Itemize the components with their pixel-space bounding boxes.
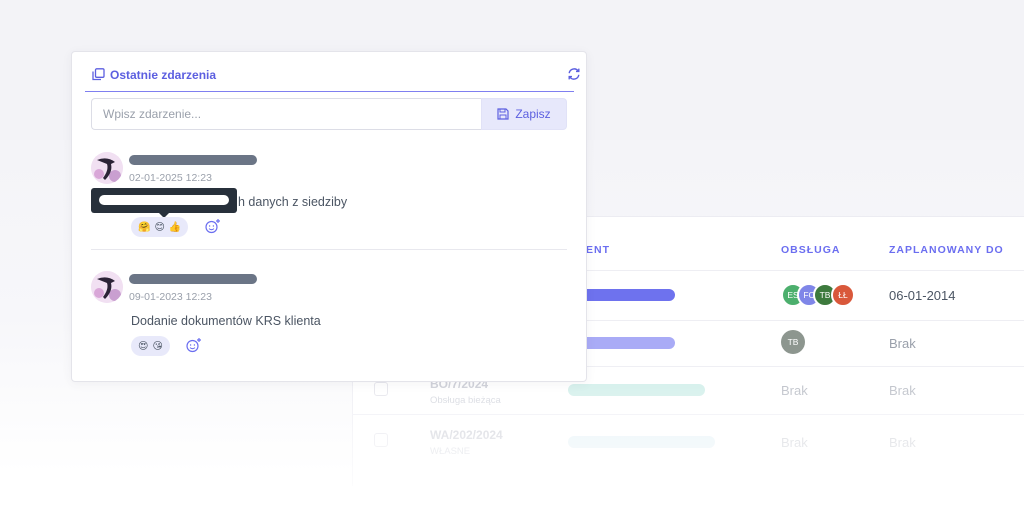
order-code[interactable]: WA/202/2024: [430, 428, 503, 442]
reaction-emoji[interactable]: 😍: [138, 341, 148, 352]
save-button-label: Zapisz: [515, 107, 551, 121]
reaction-emoji[interactable]: 😘: [152, 341, 162, 352]
event-timestamp: 02-01-2025 12:23: [129, 172, 212, 184]
author-name: [129, 155, 257, 165]
row-checkbox[interactable]: [374, 382, 388, 396]
column-header-client[interactable]: ENT: [586, 244, 610, 256]
avatar[interactable]: [91, 271, 123, 303]
planned-date: 06-01-2014: [889, 288, 956, 303]
reaction-list: 😍 😘: [131, 336, 170, 356]
row-checkbox[interactable]: [374, 433, 388, 447]
service-value: Brak: [781, 383, 808, 398]
order-subtitle: Obsługa bieżąca: [430, 395, 501, 406]
planned-date: Brak: [889, 435, 916, 450]
save-button[interactable]: Zapisz: [481, 98, 567, 130]
add-emoji-icon[interactable]: [185, 337, 202, 354]
reaction-list: 🤗 😊 👍: [131, 217, 189, 237]
planned-date: Brak: [889, 383, 916, 398]
client-bar: [568, 436, 715, 448]
event-input[interactable]: [91, 98, 481, 130]
avatar[interactable]: ŁŁ: [831, 283, 855, 307]
reaction-emoji[interactable]: 😊: [154, 222, 164, 233]
avatar[interactable]: TB: [781, 330, 805, 354]
panel-title: Ostatnie zdarzenia: [110, 68, 217, 82]
tooltip-name: [99, 195, 229, 205]
recent-events-panel: Ostatnie zdarzenia Zapisz 02-01-2025 12:…: [71, 51, 587, 382]
service-value: Brak: [781, 435, 808, 450]
order-subtitle: WŁASNE: [430, 446, 471, 457]
panel-header: Ostatnie zdarzenia: [85, 52, 580, 92]
add-emoji-icon[interactable]: [204, 218, 221, 235]
column-header-planned[interactable]: ZAPLANOWANY DO: [889, 244, 1004, 256]
table-row-divider: [352, 414, 1024, 415]
client-bar: [568, 384, 705, 396]
copy-icon: [92, 68, 105, 81]
avatar-image: [91, 271, 123, 303]
event-divider: [91, 249, 567, 250]
avatar[interactable]: [91, 152, 123, 184]
floppy-disk-icon: [497, 108, 509, 120]
reaction-emoji[interactable]: 🤗: [138, 222, 150, 233]
planned-date: Brak: [889, 336, 916, 351]
reaction-emoji[interactable]: 👍: [169, 222, 181, 233]
avatar-image: [91, 152, 123, 184]
event-timestamp: 09-01-2023 12:23: [129, 291, 212, 303]
author-name: [129, 274, 257, 284]
event-message: h danych z siedziby: [238, 195, 348, 209]
column-header-service[interactable]: OBSŁUGA: [781, 244, 841, 256]
refresh-icon[interactable]: [567, 67, 581, 81]
author-tooltip: [91, 188, 237, 218]
event-message: Dodanie dokumentów KRS klienta: [131, 314, 321, 328]
